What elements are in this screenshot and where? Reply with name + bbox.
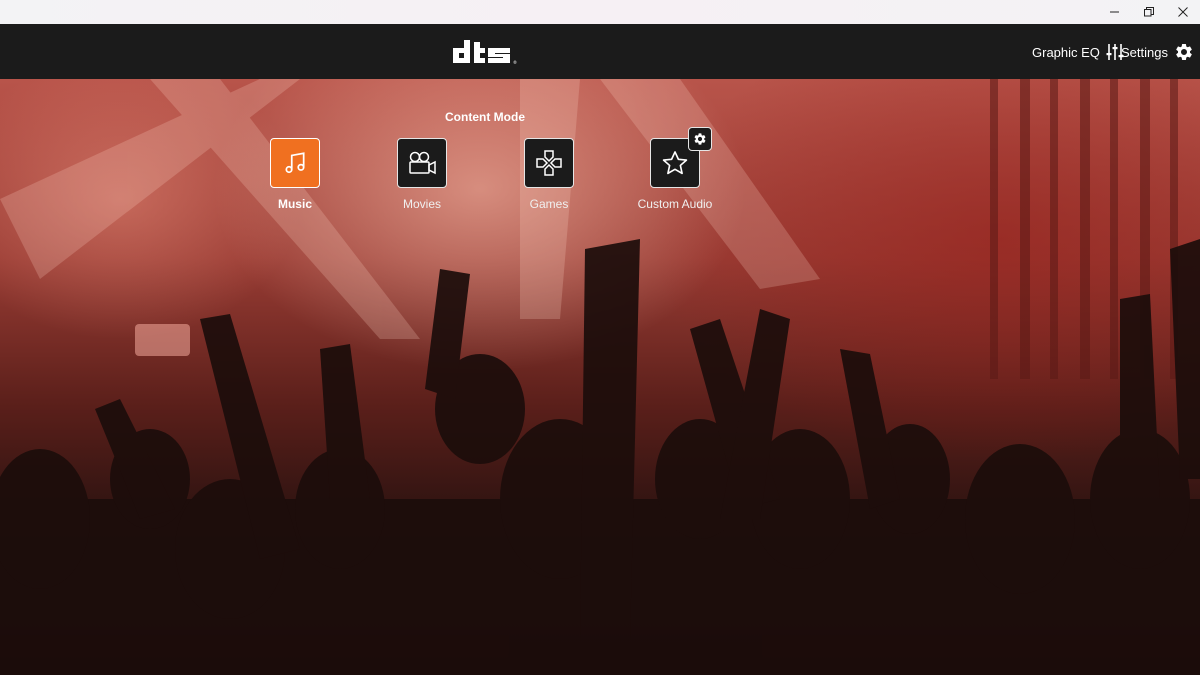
window-title-bar [0, 0, 1200, 24]
music-note-icon [285, 152, 305, 174]
graphic-eq-label: Graphic EQ [1032, 44, 1100, 60]
mode-music-label: Music [277, 197, 312, 211]
mode-movies-label: Movies [402, 197, 441, 211]
svg-text:®: ® [513, 60, 517, 65]
dts-logo: ® [453, 40, 517, 65]
app-header: ® Graphic EQ Settings [0, 24, 1200, 79]
graphic-eq-button[interactable]: Graphic EQ [1032, 40, 1124, 64]
video-camera-icon [409, 151, 436, 175]
settings-label: Settings [1121, 44, 1168, 60]
content-mode-title: Content Mode [445, 110, 525, 124]
restore-button[interactable] [1132, 0, 1166, 24]
mode-music[interactable]: Music [235, 138, 355, 211]
settings-button[interactable]: Settings [1121, 40, 1194, 64]
star-icon [662, 151, 688, 175]
mode-custom-audio-tile[interactable] [650, 127, 712, 188]
custom-audio-settings-button[interactable] [688, 127, 712, 151]
minimize-icon [1110, 11, 1119, 13]
mode-movies[interactable]: Movies [362, 138, 482, 211]
mode-custom-audio-label: Custom Audio [637, 197, 713, 211]
gear-icon [694, 133, 706, 145]
restore-icon [1144, 7, 1154, 17]
mode-custom-audio[interactable]: Custom Audio [615, 127, 735, 211]
mode-games-label: Games [529, 197, 569, 211]
close-button[interactable] [1166, 0, 1200, 24]
mode-games-tile[interactable] [524, 138, 574, 188]
mode-music-tile[interactable] [270, 138, 320, 188]
mode-games[interactable]: Games [489, 138, 609, 211]
mode-movies-tile[interactable] [397, 138, 447, 188]
game-controller-icon [536, 150, 562, 176]
minimize-button[interactable] [1098, 0, 1132, 24]
gear-icon [1176, 43, 1192, 60]
close-icon [1178, 7, 1188, 17]
